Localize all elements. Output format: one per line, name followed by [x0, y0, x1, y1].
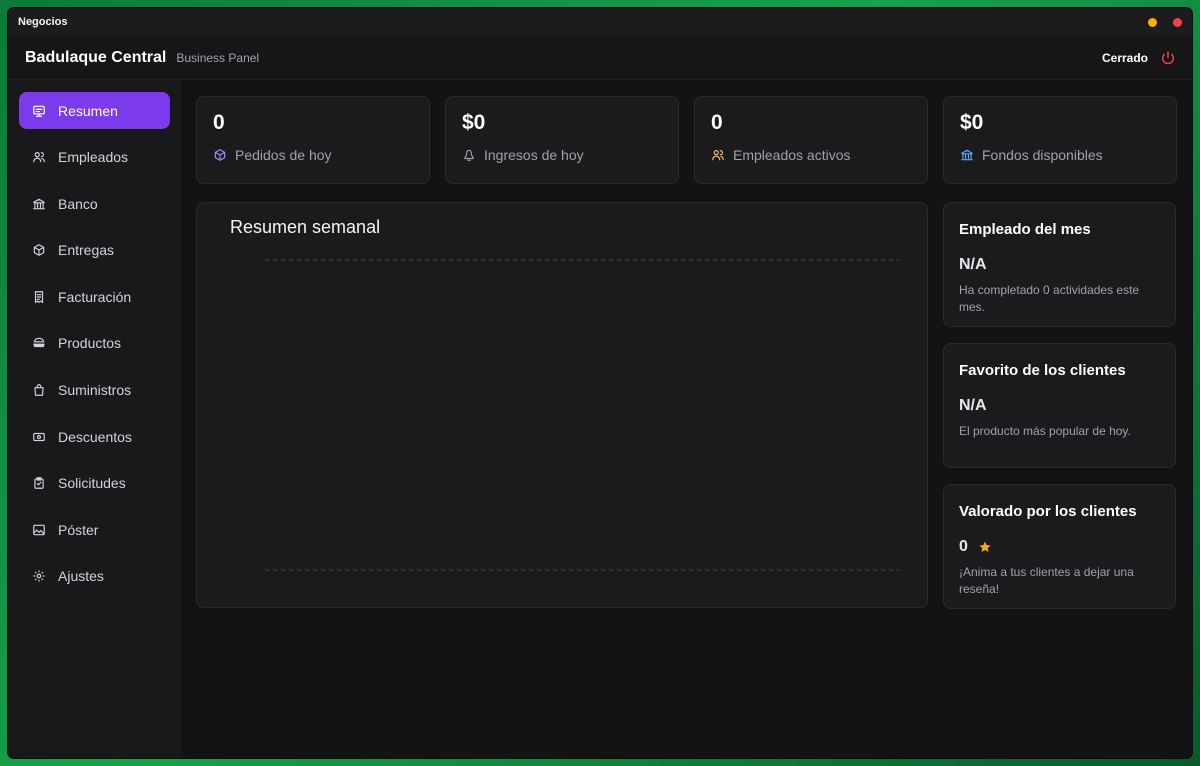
stat-card-revenue: $0 Ingresos de hoy	[445, 96, 679, 184]
sidebar-item-productos[interactable]: Productos	[19, 325, 170, 362]
sidebar-item-label: Resumen	[58, 102, 118, 119]
customer-favorite-card: Favorito de los clientes N/A El producto…	[943, 343, 1176, 468]
shopping-bag-icon	[34, 384, 44, 396]
app-header: Badulaque Central Business Panel Cerrado	[8, 36, 1192, 80]
sidebar-item-facturacion[interactable]: Facturación	[19, 278, 170, 315]
sidebar-item-label: Solicitudes	[58, 475, 126, 492]
sidebar-item-empleados[interactable]: Empleados	[19, 139, 170, 176]
stat-value: 0	[711, 111, 723, 134]
image-icon	[33, 524, 45, 536]
weekly-summary-chart: Resumen semanal	[196, 202, 928, 608]
sidebar-item-label: Facturación	[58, 288, 132, 305]
sidebar-item-label: Descuentos	[58, 428, 132, 445]
title-bar: Negocios	[8, 8, 1192, 36]
stat-value: $0	[462, 111, 486, 134]
minimize-button[interactable]	[1148, 17, 1157, 27]
sidebar: Resumen Empleados Banco Entregas Factura…	[8, 80, 181, 758]
stat-value: 0	[213, 111, 225, 134]
sidebar-item-label: Suministros	[58, 382, 132, 399]
sidebar-item-banco[interactable]: Banco	[19, 185, 170, 222]
customer-rating-card: Valorado por los clientes 0 ¡Anima a tus…	[943, 484, 1176, 609]
rating-value: 0	[959, 538, 968, 555]
gear-icon	[33, 570, 45, 582]
clipboard-icon	[34, 477, 44, 490]
chart-plot-area	[265, 259, 899, 571]
bank-icon	[961, 149, 973, 161]
sidebar-item-solicitudes[interactable]: Solicitudes	[19, 465, 170, 502]
close-button[interactable]	[1173, 17, 1182, 27]
card-description: El producto más popular de hoy.	[959, 424, 1131, 438]
users-icon	[33, 152, 45, 163]
bank-icon	[33, 198, 45, 209]
money-icon	[464, 149, 474, 161]
card-heading: Empleado del mes	[959, 221, 1091, 238]
business-name: Badulaque Central	[25, 48, 167, 66]
sidebar-item-label: Ajustes	[58, 568, 104, 585]
app-window: Negocios Badulaque Central Business Pane…	[8, 8, 1192, 758]
stat-label: Ingresos de hoy	[484, 147, 584, 163]
card-value: N/A	[959, 256, 987, 273]
stat-card-employees: 0 Empleados activos	[694, 96, 928, 184]
sidebar-item-suministros[interactable]: Suministros	[19, 372, 170, 409]
sidebar-item-ajustes[interactable]: Ajustes	[19, 558, 170, 595]
stat-value: $0	[960, 111, 984, 134]
sidebar-item-label: Entregas	[58, 242, 115, 259]
stat-card-funds: $0 Fondos disponibles	[943, 96, 1177, 184]
main-content: 0 Pedidos de hoy $0 Ingresos de hoy 0 Em…	[181, 80, 1192, 758]
window-controls	[1148, 17, 1182, 27]
card-heading: Valorado por los clientes	[959, 503, 1137, 520]
window-title: Negocios	[18, 16, 68, 28]
burger-icon	[33, 338, 45, 348]
sidebar-item-label: Banco	[58, 195, 98, 212]
card-description: Ha completado 0 actividades este mes.	[959, 283, 1140, 314]
ticket-icon	[33, 432, 45, 441]
stat-label: Pedidos de hoy	[235, 147, 332, 163]
business-status: Cerrado	[1102, 50, 1176, 66]
sidebar-item-resumen[interactable]: Resumen	[19, 92, 170, 129]
status-label: Cerrado	[1101, 50, 1148, 65]
employee-of-month-card: Empleado del mes N/A Ha completado 0 act…	[943, 202, 1176, 327]
star-icon	[979, 541, 991, 552]
receipt-icon	[34, 291, 44, 304]
stats-row: 0 Pedidos de hoy $0 Ingresos de hoy 0 Em…	[196, 96, 1177, 184]
box-icon	[214, 149, 226, 161]
sidebar-item-descuentos[interactable]: Descuentos	[19, 418, 170, 455]
card-value: 0	[959, 538, 1160, 556]
stat-label: Fondos disponibles	[982, 147, 1103, 163]
card-value: N/A	[959, 397, 987, 414]
sidebar-item-entregas[interactable]: Entregas	[19, 232, 170, 269]
dashboard-icon	[33, 105, 45, 117]
stat-card-orders: 0 Pedidos de hoy	[196, 96, 430, 184]
sidebar-item-label: Póster	[58, 521, 99, 538]
card-description: ¡Anima a tus clientes a dejar una reseña…	[959, 565, 1134, 596]
stat-label: Empleados activos	[733, 147, 851, 163]
sidebar-item-label: Productos	[58, 335, 122, 352]
sidebar-item-poster[interactable]: Póster	[19, 511, 170, 548]
brand: Badulaque Central Business Panel	[25, 49, 259, 67]
users-icon	[712, 150, 724, 161]
panel-subtitle: Business Panel	[176, 50, 260, 65]
power-icon[interactable]	[1160, 50, 1176, 66]
package-icon	[33, 244, 45, 257]
sidebar-item-label: Empleados	[58, 149, 129, 166]
card-heading: Favorito de los clientes	[959, 362, 1126, 379]
